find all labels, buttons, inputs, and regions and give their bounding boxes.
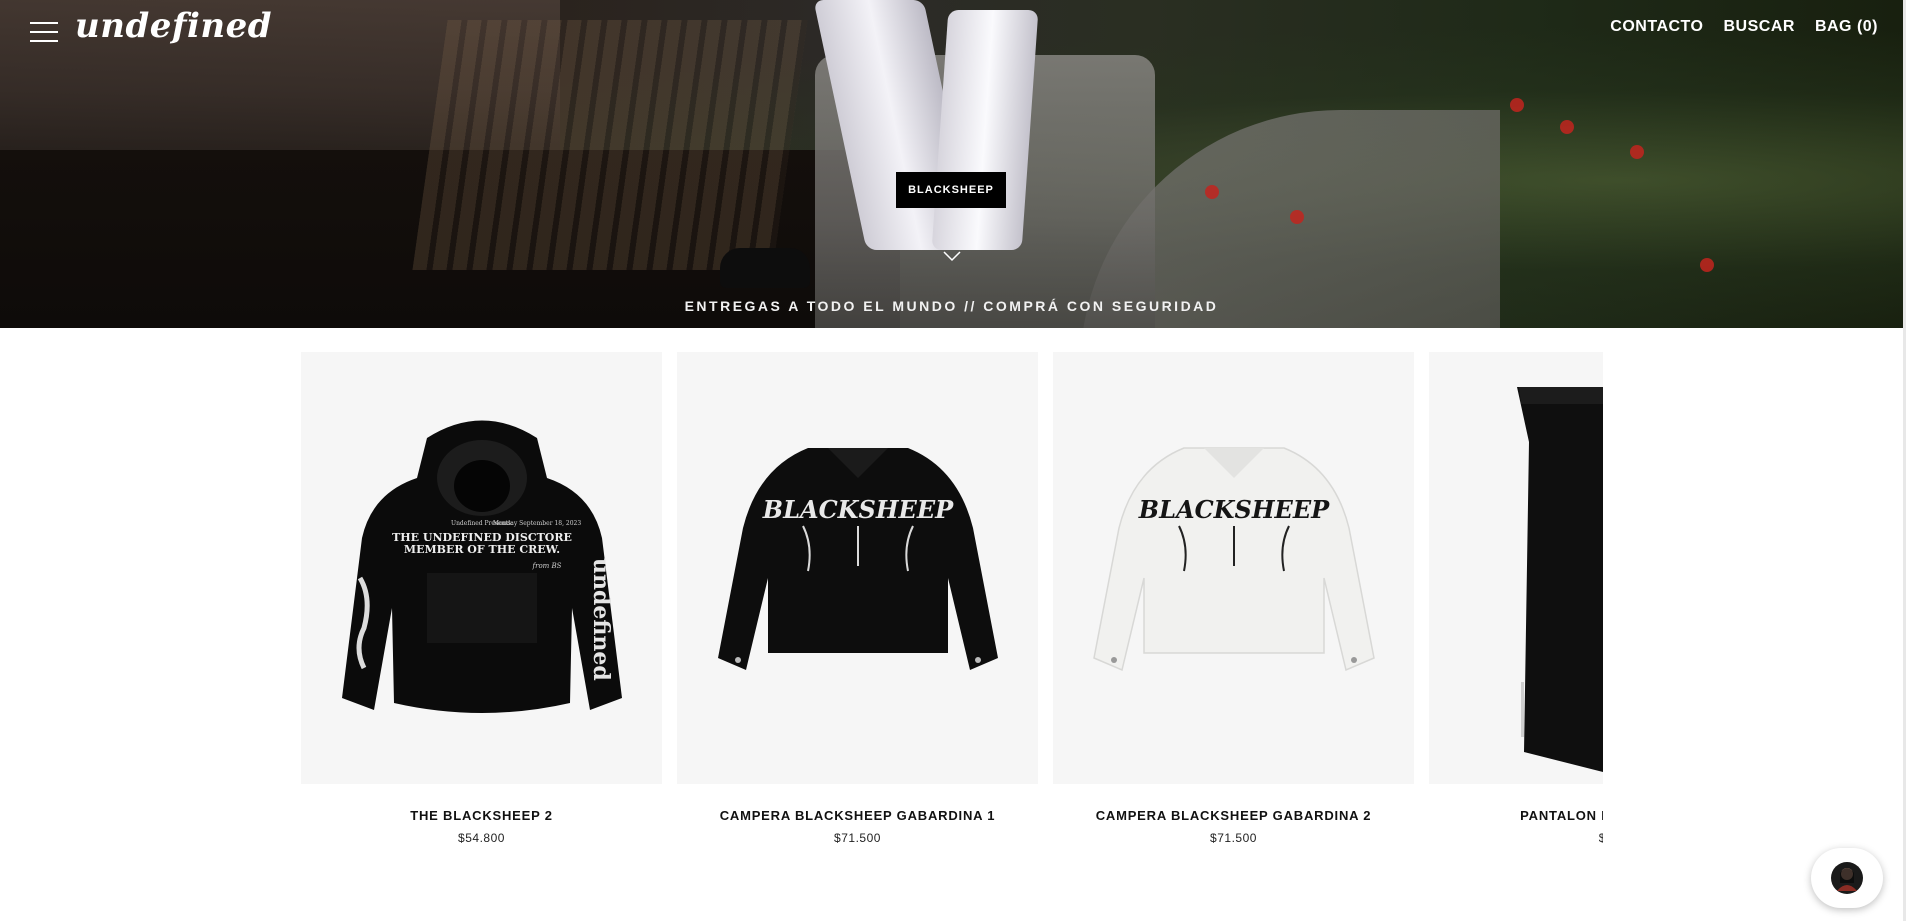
nav-buscar-link[interactable]: BUSCAR (1723, 18, 1794, 36)
chat-avatar-icon-glyph (1831, 862, 1863, 894)
shipping-banner-text: ENTREGAS A TODO EL MUNDO // COMPRÁ CON S… (684, 298, 1219, 314)
hero-flower (1700, 258, 1714, 272)
hero-flower (1205, 185, 1219, 199)
black-jacket-image: BLACKSHEEP (717, 448, 998, 670)
hoodie-print-date: Monday September 18, 2023 (492, 520, 581, 527)
product-card[interactable]: PANTALON BLACKSHEEP $45 (1429, 352, 1603, 845)
product-card[interactable]: BLACKSHEEP CAMPERA BLACKSHEEP GABARDINA … (677, 352, 1038, 845)
jacket-print: BLACKSHEEP (761, 495, 953, 524)
chevron-down-icon[interactable] (942, 246, 962, 266)
hero-flower (1290, 210, 1304, 224)
product-image[interactable]: BLACKSHEEP (677, 352, 1038, 784)
product-card[interactable]: BLACKSHEEP CAMPERA BLACKSHEEP GABARDINA … (1053, 352, 1414, 845)
product-name[interactable]: PANTALON BLACKSHEEP (1429, 808, 1603, 823)
nav-bag-link[interactable]: BAG (0) (1815, 18, 1878, 36)
jacket-print: BLACKSHEEP (1137, 495, 1329, 524)
product-grid: Undefined Presents: Monday September 18,… (301, 352, 1603, 852)
product-price: $54.800 (458, 831, 505, 845)
chat-avatar-icon[interactable] (1811, 848, 1883, 908)
product-price: $45 (1598, 831, 1603, 845)
white-jacket-image: BLACKSHEEP (1092, 447, 1375, 672)
hero-flower (1510, 98, 1524, 112)
product-image[interactable]: Undefined Presents: Monday September 18,… (301, 352, 662, 784)
product-image[interactable]: BLACKSHEEP (1053, 352, 1414, 784)
product-image[interactable] (1429, 352, 1603, 784)
hero-flower (1630, 145, 1644, 159)
pants-image (1517, 387, 1603, 772)
nav-contacto-link[interactable]: CONTACTO (1610, 18, 1703, 36)
collection-button[interactable]: BLACKSHEEP (896, 172, 1006, 208)
hoodie-sleeve-print: undefined (588, 558, 614, 681)
product-name[interactable]: CAMPERA BLACKSHEEP GABARDINA 2 (1053, 808, 1414, 823)
hero-bench (412, 20, 808, 270)
top-nav: CONTACTO BUSCAR BAG (0) (1610, 18, 1878, 36)
product-card[interactable]: Undefined Presents: Monday September 18,… (301, 352, 662, 845)
product-price: $71.500 (1210, 831, 1257, 845)
hero-flower (1560, 120, 1574, 134)
hero-model (800, 0, 1090, 260)
hero-shoe (720, 248, 810, 288)
site-logo[interactable]: undefined (75, 6, 272, 46)
hamburger-menu-icon[interactable] (30, 22, 58, 42)
hoodie-image: Undefined Presents: Monday September 18,… (341, 420, 622, 713)
product-name[interactable]: CAMPERA BLACKSHEEP GABARDINA 1 (677, 808, 1038, 823)
product-price: $71.500 (834, 831, 881, 845)
hero-banner (0, 0, 1903, 328)
hoodie-print-line4: from BS (531, 562, 561, 570)
product-name[interactable]: THE BLACKSHEEP 2 (301, 808, 662, 823)
hoodie-print-line3: MEMBER OF THE CREW. (403, 543, 559, 556)
